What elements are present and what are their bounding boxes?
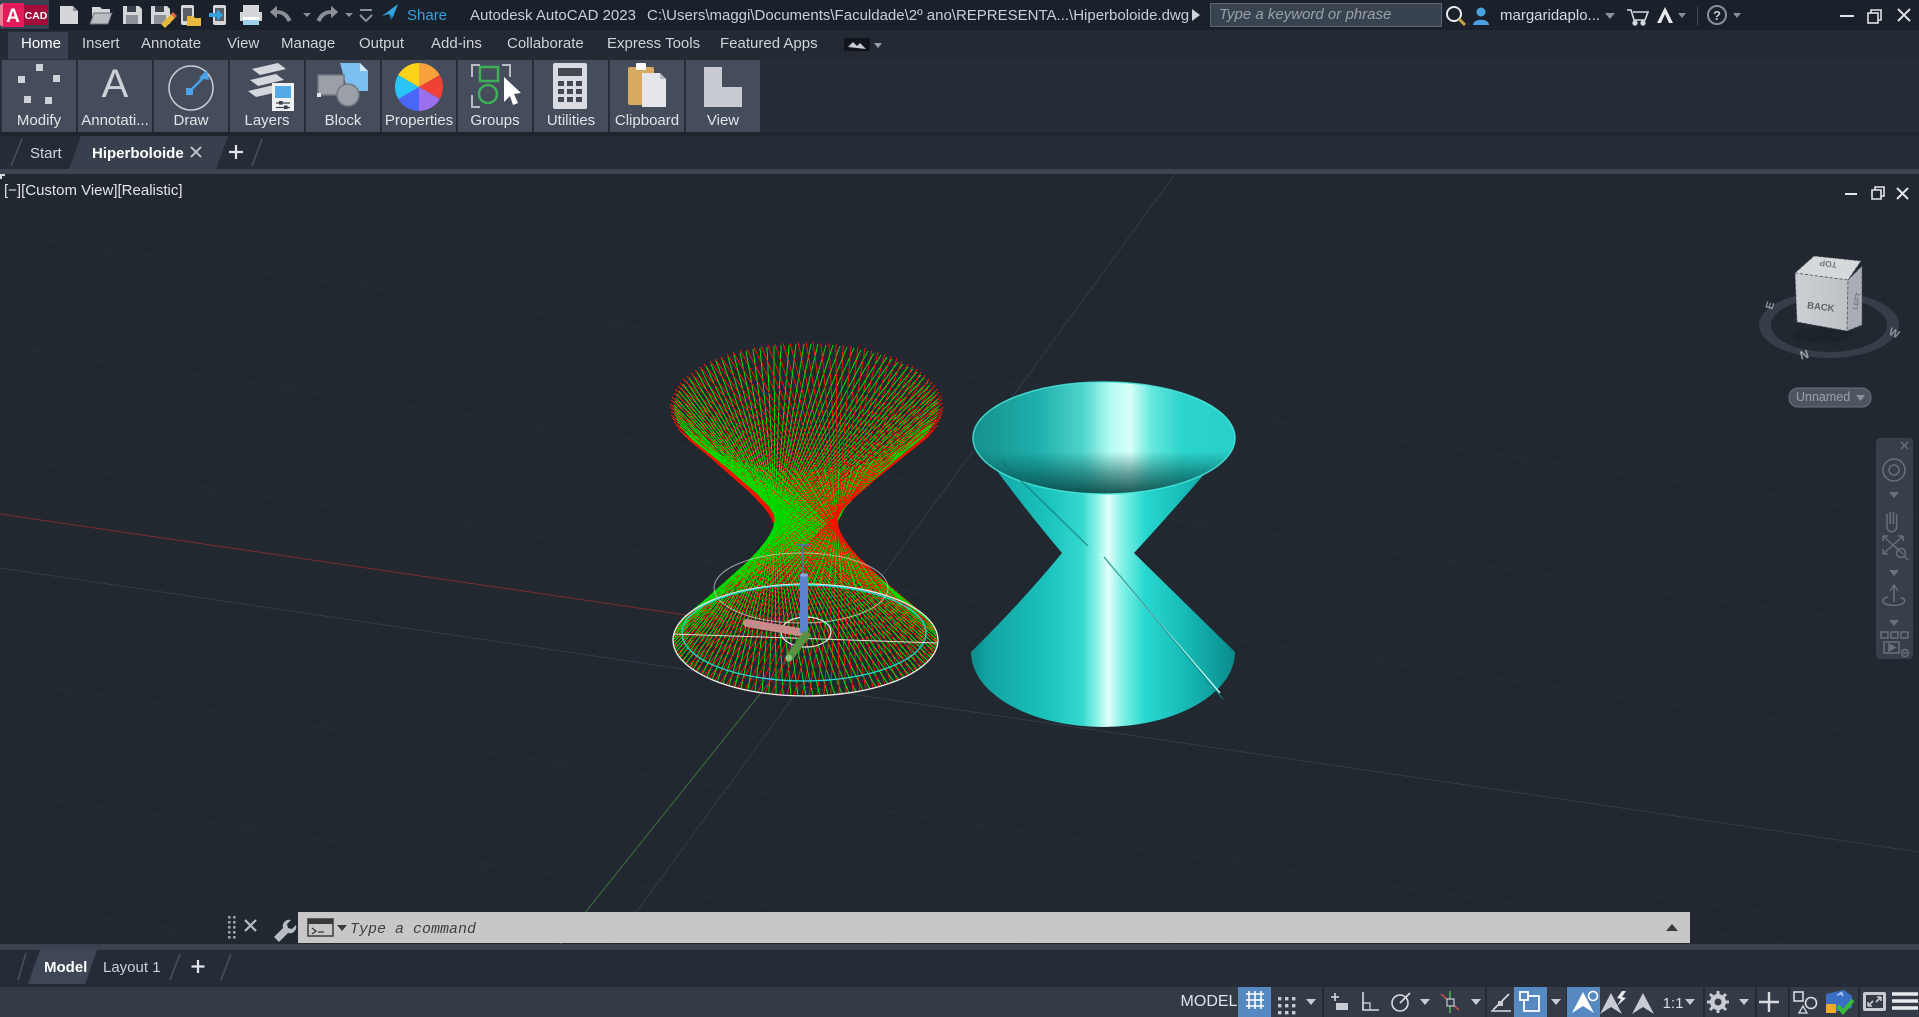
svg-text:Layout 1: Layout 1 [103, 959, 161, 976]
svg-text:1:1: 1:1 [1663, 995, 1684, 1012]
svg-text:Model: Model [44, 959, 87, 976]
svg-text:MODEL: MODEL [1181, 993, 1238, 1010]
svg-text:E: E [1764, 300, 1778, 311]
svg-text:Type a command: Type a command [350, 921, 476, 938]
svg-text:?: ? [1713, 8, 1721, 23]
svg-text:Hiperboloide: Hiperboloide [92, 145, 184, 162]
svg-text:Start: Start [30, 145, 63, 162]
svg-text:Unnamed: Unnamed [1796, 390, 1850, 404]
svg-text:CAD: CAD [25, 10, 48, 22]
svg-text:A: A [6, 6, 20, 27]
svg-text:N: N [1798, 347, 1810, 363]
svg-text:margaridaplo...: margaridaplo... [1500, 7, 1600, 24]
svg-text:TOP: TOP [1819, 258, 1838, 270]
svg-text:Share: Share [407, 7, 447, 24]
